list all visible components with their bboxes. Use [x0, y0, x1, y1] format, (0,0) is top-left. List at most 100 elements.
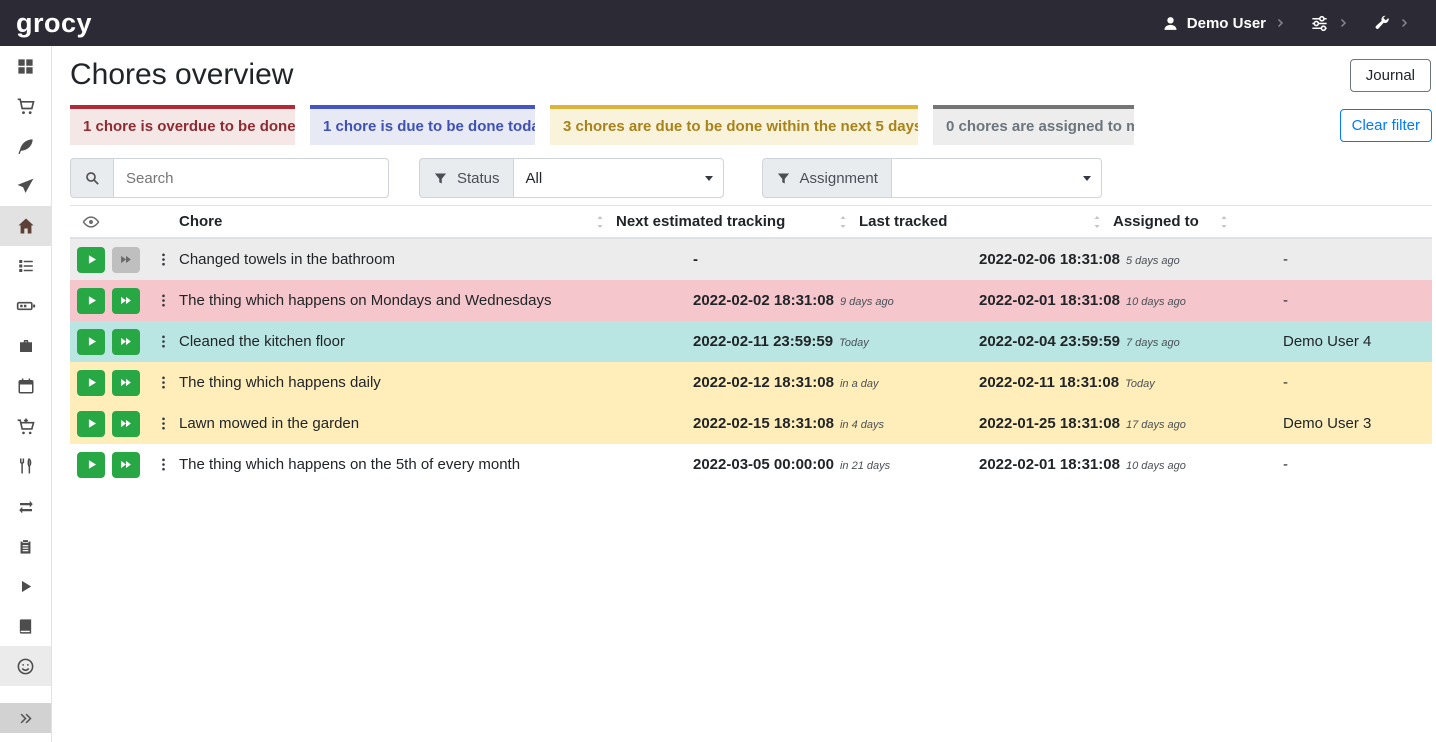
next-tracking-date: 2022-02-12 18:31:08	[693, 374, 834, 391]
track-chore-execution-button[interactable]	[77, 370, 105, 396]
sidebar-item-transfer[interactable]	[0, 486, 51, 526]
column-header-last-tracked[interactable]: Last tracked	[859, 206, 1113, 237]
clipboard-list-icon	[17, 538, 34, 555]
settings-menu[interactable]	[1310, 14, 1349, 33]
next-estimated-tracking-cell: 2022-02-12 18:31:08in a day	[693, 374, 979, 391]
due-today-chores-card[interactable]: 1 chore is due to be done today	[310, 105, 535, 145]
play-icon	[85, 253, 98, 266]
skip-next-execution-button[interactable]	[112, 288, 140, 314]
navbar-menus: Demo User	[1162, 14, 1410, 33]
chevron-right-icon	[1337, 17, 1349, 29]
sidebar-item-chores-overview[interactable]	[0, 206, 51, 246]
row-actions	[70, 329, 179, 355]
last-tracked-timeago: 7 days ago	[1126, 337, 1180, 349]
sidebar-item-user-settings[interactable]	[0, 646, 51, 686]
assigned-to-me-card[interactable]: 0 chores are assigned to me	[933, 105, 1134, 145]
last-tracked-cell: 2022-01-25 18:31:0817 days ago	[979, 415, 1283, 432]
sidebar-expand-toggle[interactable]	[0, 703, 51, 733]
assigned-user: -	[1283, 251, 1432, 268]
battery-icon	[16, 296, 36, 316]
status-filter-label: Status	[457, 170, 500, 187]
sidebar-item-stock-entries[interactable]	[0, 566, 51, 606]
sidebar-item-batteries[interactable]	[0, 286, 51, 326]
last-tracked-date: 2022-02-01 18:31:08	[979, 456, 1120, 473]
next-tracking-date: -	[693, 251, 698, 268]
chore-name: Changed towels in the bathroom	[179, 251, 693, 268]
status-filter-select[interactable]: All	[513, 158, 724, 198]
search-group	[70, 158, 389, 198]
next-tracking-timeago: in 21 days	[840, 460, 890, 472]
visibility-column-header	[70, 206, 179, 237]
skip-next-execution-button[interactable]	[112, 452, 140, 478]
play-icon	[85, 417, 98, 430]
play-icon	[85, 376, 98, 389]
row-menu-button[interactable]	[152, 413, 175, 434]
shopping-cart-icon	[16, 96, 36, 116]
sort-icon	[1218, 215, 1230, 229]
top-navbar: grocy Demo User	[0, 0, 1436, 46]
assigned-user: -	[1283, 374, 1432, 391]
sidebar-item-equipment[interactable]	[0, 326, 51, 366]
user-menu-label: Demo User	[1187, 15, 1266, 32]
sidebar-item-tasks[interactable]	[0, 246, 51, 286]
skip-next-execution-button[interactable]	[112, 329, 140, 355]
brand-logo[interactable]: grocy	[16, 10, 92, 37]
overdue-chores-card[interactable]: 1 chore is overdue to be done	[70, 105, 295, 145]
track-chore-execution-button[interactable]	[77, 288, 105, 314]
assignment-filter-label-box: Assignment	[762, 158, 891, 198]
column-header-chore[interactable]: Chore	[179, 206, 616, 237]
sort-icon	[1091, 215, 1103, 229]
track-chore-execution-button[interactable]	[77, 411, 105, 437]
sidebar-item-journal[interactable]	[0, 606, 51, 646]
skip-next-execution-button[interactable]	[112, 411, 140, 437]
next-tracking-date: 2022-02-02 18:31:08	[693, 292, 834, 309]
fast-forward-icon	[119, 376, 133, 389]
sidebar-item-recipes[interactable]	[0, 126, 51, 166]
sidebar-item-stock-overview[interactable]	[0, 46, 51, 86]
sidebar-item-calendar[interactable]	[0, 366, 51, 406]
row-actions	[70, 288, 179, 314]
search-icon	[84, 170, 100, 186]
chore-table-row: Lawn mowed in the garden 2022-02-15 18:3…	[70, 403, 1432, 444]
last-tracked-date: 2022-02-01 18:31:08	[979, 292, 1120, 309]
clear-filter-button[interactable]: Clear filter	[1340, 109, 1432, 142]
row-menu-button[interactable]	[152, 372, 175, 393]
column-header-assigned-to[interactable]: Assigned to	[1113, 206, 1240, 237]
track-chore-execution-button[interactable]	[77, 247, 105, 273]
caret-down-icon	[705, 176, 713, 181]
last-tracked-cell: 2022-02-11 18:31:08 Today	[979, 374, 1283, 391]
row-menu-button[interactable]	[152, 331, 175, 352]
row-menu-button[interactable]	[152, 290, 175, 311]
sidebar-item-meal-plan[interactable]	[0, 166, 51, 206]
last-tracked-timeago: 17 days ago	[1126, 419, 1186, 431]
chore-name: The thing which happens on Mondays and W…	[179, 292, 693, 309]
row-menu-button[interactable]	[152, 249, 175, 270]
track-chore-execution-button[interactable]	[77, 452, 105, 478]
column-header-next-tracking[interactable]: Next estimated tracking	[616, 206, 859, 237]
due-soon-chores-card[interactable]: 3 chores are due to be done within the n…	[550, 105, 918, 145]
next-tracking-date: 2022-03-05 00:00:00	[693, 456, 834, 473]
last-tracked-timeago: Today	[1125, 378, 1155, 390]
skip-next-execution-button[interactable]	[112, 370, 140, 396]
row-menu-button[interactable]	[152, 454, 175, 475]
house-icon	[16, 216, 36, 236]
chore-name: Lawn mowed in the garden	[179, 415, 693, 432]
last-tracked-date: 2022-02-11 18:31:08	[979, 374, 1119, 391]
sidebar-item-inventory[interactable]	[0, 526, 51, 566]
sidebar-spacer	[0, 686, 51, 703]
journal-button[interactable]: Journal	[1350, 59, 1431, 92]
search-input[interactable]	[113, 158, 389, 198]
play-icon	[85, 294, 98, 307]
user-menu[interactable]: Demo User	[1162, 15, 1286, 32]
track-chore-execution-button[interactable]	[77, 329, 105, 355]
grid-icon	[16, 57, 35, 76]
skip-next-execution-button	[112, 247, 140, 273]
sidebar-item-purchase[interactable]	[0, 406, 51, 446]
admin-tools-menu[interactable]	[1373, 15, 1410, 32]
assignment-filter-group: Assignment	[762, 158, 1102, 198]
sidebar-item-consume[interactable]	[0, 446, 51, 486]
assignment-filter-select[interactable]	[891, 158, 1102, 198]
sidebar-item-shopping-list[interactable]	[0, 86, 51, 126]
next-tracking-timeago: in 4 days	[840, 419, 884, 431]
eye-icon	[82, 213, 100, 231]
